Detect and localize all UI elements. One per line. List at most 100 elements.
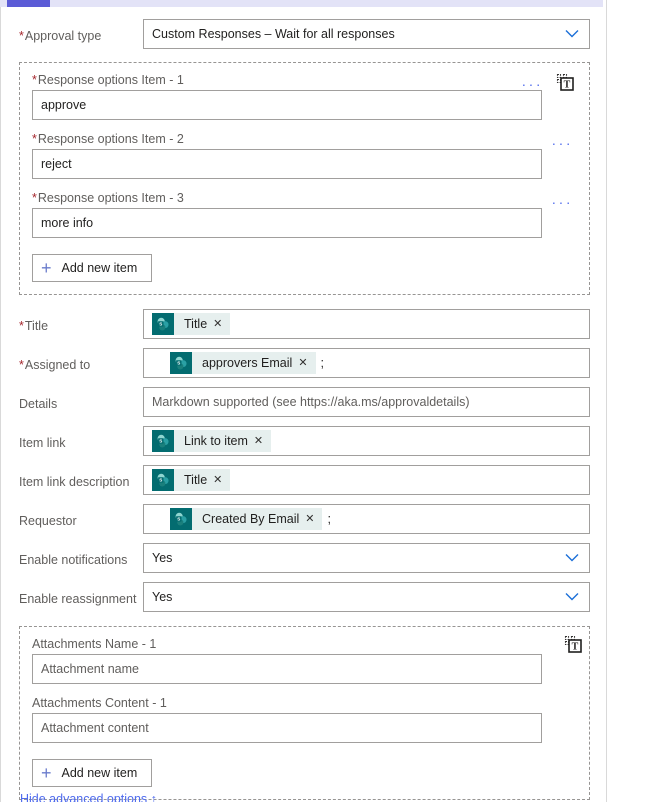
attachment-content-label-1: Attachments Content - 1 xyxy=(32,696,187,710)
hide-advanced-options-link[interactable]: Hide advanced options ↑ xyxy=(20,792,157,802)
svg-text:S: S xyxy=(159,439,162,444)
token-chip[interactable]: S Created By Email ✕ xyxy=(170,508,323,530)
approval-form: *Approval type Custom Responses – Wait f… xyxy=(1,7,606,802)
plus-icon: + xyxy=(41,763,52,783)
approval-type-label-text: Approval type xyxy=(24,29,102,43)
progress-bar-track xyxy=(0,0,603,7)
assigned-to-label: *Assigned to xyxy=(1,348,143,373)
attachment-name-input-1[interactable]: Attachment name xyxy=(32,654,542,684)
attachment-name-label-text-1: Attachments Name - 1 xyxy=(32,637,157,651)
token-label: Link to item xyxy=(184,434,248,448)
response-option-label-2: *Response options Item - 2 xyxy=(32,132,187,146)
enable-notifications-control: Yes xyxy=(143,543,606,573)
token-chip[interactable]: S Link to item ✕ xyxy=(152,430,272,452)
response-options-add-new-item-button[interactable]: + Add new item xyxy=(32,254,153,282)
row-assigned-to: *Assigned to S approvers Email ✕ ; xyxy=(1,348,606,378)
row-item-link-description: Item link description S Title ✕ xyxy=(1,465,606,495)
attachment-content-item-1: Attachments Content - 1 Attachment conte… xyxy=(32,696,577,743)
requestor-token-field[interactable]: S Created By Email ✕ ; xyxy=(143,504,590,534)
token-chip[interactable]: S Title ✕ xyxy=(152,469,231,491)
response-option-label-1: *Response options Item - 1 xyxy=(32,73,187,87)
item-link-token-field[interactable]: S Link to item ✕ xyxy=(143,426,590,456)
enable-reassignment-dropdown[interactable]: Yes xyxy=(143,582,590,612)
assigned-to-label-text: Assigned to xyxy=(24,358,91,372)
response-option-value-3: more info xyxy=(41,216,94,230)
required-asterisk: * xyxy=(19,319,24,333)
response-option-value-1: approve xyxy=(41,98,87,112)
details-input[interactable]: Markdown supported (see https://aka.ms/a… xyxy=(143,387,590,417)
assigned-to-token-field[interactable]: S approvers Email ✕ ; xyxy=(143,348,590,378)
token-chip[interactable]: S approvers Email ✕ xyxy=(170,352,316,374)
response-option-menu-3[interactable]: ··· xyxy=(552,195,574,209)
svg-text:S: S xyxy=(159,322,162,327)
requestor-label: Requestor xyxy=(19,514,77,528)
sharepoint-icon: S xyxy=(152,430,174,452)
svg-text:S: S xyxy=(177,517,180,522)
response-option-label-index-1: 1 xyxy=(176,73,184,87)
row-requestor: Requestor S Created By Email ✕ ; xyxy=(1,504,606,534)
required-asterisk: * xyxy=(32,132,37,146)
sharepoint-icon: S xyxy=(152,469,174,491)
response-option-label-index-2: 2 xyxy=(176,132,184,146)
sharepoint-icon: S xyxy=(170,352,192,374)
enable-reassignment-label: Enable reassignment xyxy=(19,592,137,606)
chevron-down-icon xyxy=(565,554,579,563)
response-option-label-text-2: Response options Item - xyxy=(37,132,174,146)
row-title: *Title S Title ✕ xyxy=(1,309,606,339)
approval-action-card: *Approval type Custom Responses – Wait f… xyxy=(0,0,650,802)
row-details: Details Markdown supported (see https://… xyxy=(1,387,606,417)
token-chip[interactable]: S Title ✕ xyxy=(152,313,231,335)
response-option-menu-1[interactable]: ··· xyxy=(522,77,544,91)
svg-text:S: S xyxy=(177,361,180,366)
row-enable-notifications: Enable notifications Yes xyxy=(1,543,606,573)
item-link-description-token-field[interactable]: S Title ✕ xyxy=(143,465,590,495)
close-icon[interactable]: ✕ xyxy=(303,513,322,525)
token-label: approvers Email xyxy=(202,356,293,370)
approval-type-dropdown[interactable]: Custom Responses – Wait for all response… xyxy=(143,19,590,49)
attachment-content-input-1[interactable]: Attachment content xyxy=(32,713,542,743)
close-icon[interactable]: ✕ xyxy=(252,435,271,447)
assigned-to-control: S approvers Email ✕ ; xyxy=(143,348,606,378)
title-label: *Title xyxy=(1,309,143,334)
token-label: Created By Email xyxy=(202,512,300,526)
response-option-input-2[interactable]: reject xyxy=(32,149,542,179)
attachment-content-label-index-1: 1 xyxy=(159,696,167,710)
title-token-field[interactable]: S Title ✕ xyxy=(143,309,590,339)
chevron-down-icon xyxy=(565,593,579,602)
item-link-label: Item link xyxy=(19,436,66,450)
attachment-content-placeholder-1: Attachment content xyxy=(41,721,149,735)
plus-icon: + xyxy=(41,258,52,278)
response-options-group: *Response options Item - 1 ··· T approve xyxy=(19,62,590,295)
token-label: Title xyxy=(184,317,208,331)
assigned-to-tokens: S approvers Email ✕ ; xyxy=(152,349,324,377)
enable-notifications-dropdown[interactable]: Yes xyxy=(143,543,590,573)
close-icon[interactable]: ✕ xyxy=(296,357,315,369)
enable-reassignment-control: Yes xyxy=(143,582,606,612)
item-link-control: S Link to item ✕ xyxy=(143,426,606,456)
close-icon[interactable]: ✕ xyxy=(211,474,230,486)
attachment-name-item-1: Attachments Name - 1 Attachment name xyxy=(32,637,577,684)
enable-notifications-label: Enable notifications xyxy=(19,553,128,567)
response-options-add-label: Add new item xyxy=(61,261,138,275)
attachments-group: T Attachments Name - 1 Attachment name A… xyxy=(19,626,590,800)
response-option-input-1[interactable]: approve xyxy=(32,90,542,120)
response-option-input-3[interactable]: more info xyxy=(32,208,542,238)
row-enable-reassignment: Enable reassignment Yes xyxy=(1,582,606,612)
details-control: Markdown supported (see https://aka.ms/a… xyxy=(143,387,606,417)
response-option-label-text-1: Response options Item - xyxy=(37,73,174,87)
attachments-add-new-item-button[interactable]: + Add new item xyxy=(32,759,153,787)
title-control: S Title ✕ xyxy=(143,309,606,339)
assigned-to-separator: ; xyxy=(320,356,325,370)
attachment-name-label-1: Attachments Name - 1 xyxy=(32,637,232,651)
title-label-text: Title xyxy=(24,319,49,333)
response-option-menu-2[interactable]: ··· xyxy=(552,136,574,150)
approval-type-control: Custom Responses – Wait for all response… xyxy=(143,19,606,49)
attachment-content-label-text-1: Attachments Content - xyxy=(32,696,157,710)
item-link-description-label: Item link description xyxy=(19,475,130,489)
requestor-control: S Created By Email ✕ ; xyxy=(143,504,606,534)
enable-notifications-value: Yes xyxy=(152,551,173,565)
close-icon[interactable]: ✕ xyxy=(211,318,230,330)
response-option-item-2: *Response options Item - 2 ··· reject xyxy=(32,132,577,179)
switch-to-text-mode-icon[interactable]: T xyxy=(555,73,575,93)
approval-type-label: *Approval type xyxy=(1,19,143,44)
